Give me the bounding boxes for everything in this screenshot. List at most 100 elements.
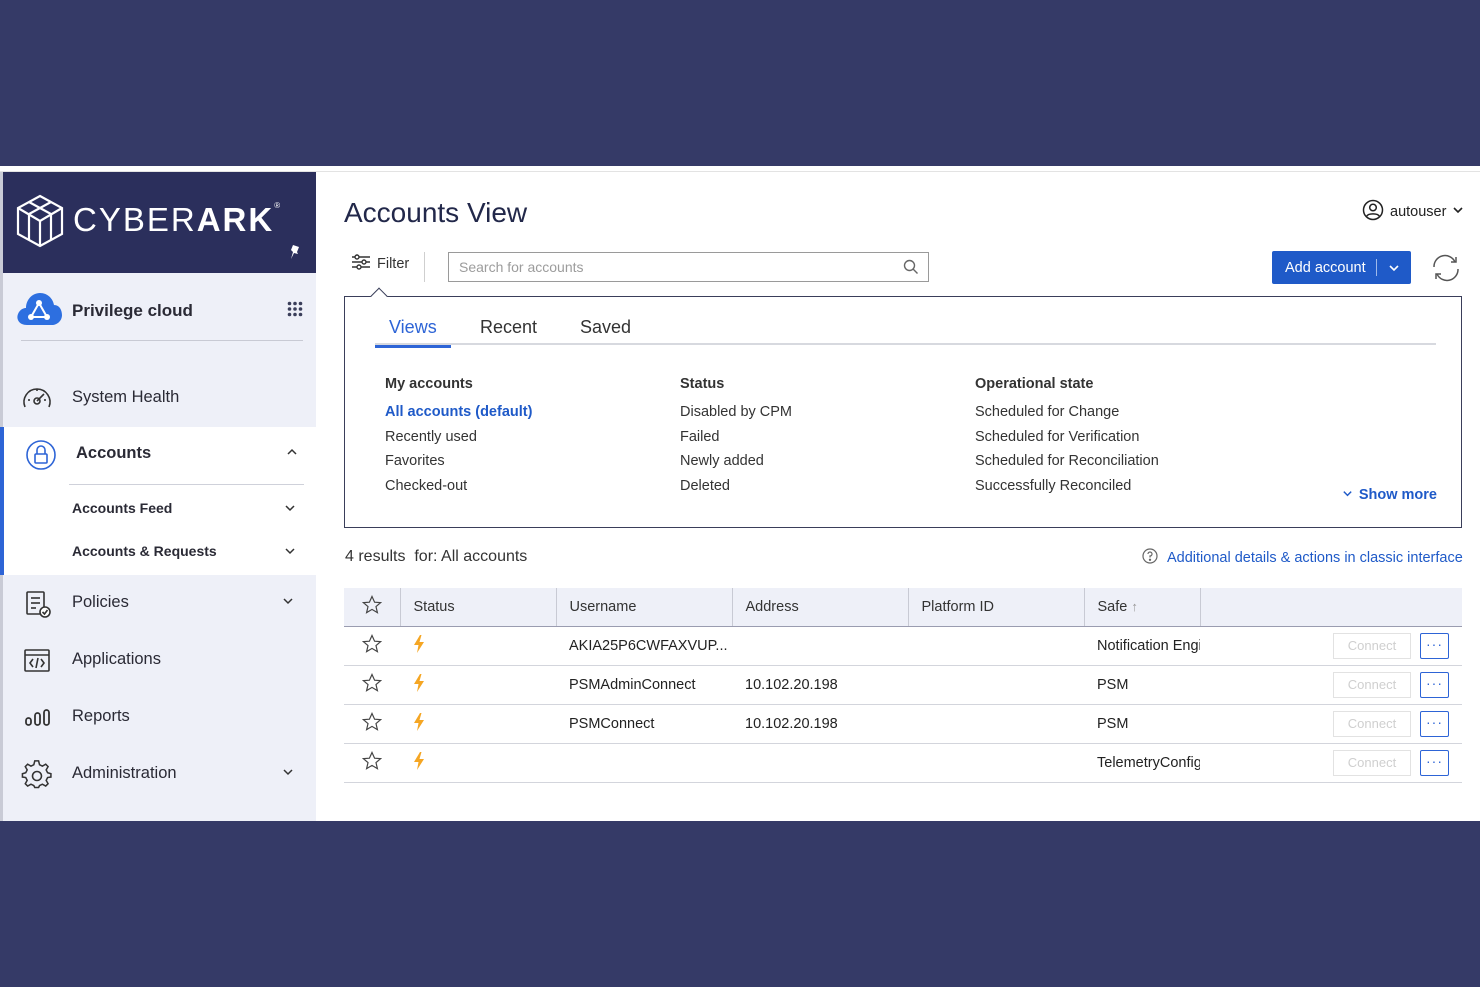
column-header-address[interactable]: Address xyxy=(732,588,908,626)
address-cell xyxy=(732,743,908,782)
more-actions-button[interactable]: ··· xyxy=(1420,711,1449,737)
more-actions-button[interactable]: ··· xyxy=(1420,750,1449,776)
view-option-all-accounts[interactable]: All accounts (default) xyxy=(385,404,532,429)
sidebar-item-applications[interactable]: Applications xyxy=(3,633,316,687)
sidebar-item-label: System Health xyxy=(72,388,179,407)
safe-cell: PSM xyxy=(1084,704,1200,743)
refresh-icon[interactable] xyxy=(1429,254,1463,287)
column-header-platform-id[interactable]: Platform ID xyxy=(908,588,1084,626)
view-option-recently-used[interactable]: Recently used xyxy=(385,429,532,454)
sidebar-item-policies[interactable]: Policies xyxy=(3,576,316,630)
table-row[interactable]: PSMConnect 10.102.20.198 PSM Connect··· xyxy=(344,704,1462,743)
tab-views[interactable]: Views xyxy=(375,317,451,348)
lightning-bolt-icon xyxy=(413,758,425,774)
apps-grid-icon[interactable] xyxy=(287,301,303,322)
platform-cell xyxy=(908,743,1084,782)
favorite-column-header[interactable] xyxy=(344,588,400,626)
brand-wordmark: CYBERARK® xyxy=(73,201,282,239)
product-name: Privilege cloud xyxy=(72,301,193,321)
status-cell xyxy=(400,626,556,665)
sidebar-subitem-accounts-requests[interactable]: Accounts & Requests xyxy=(69,530,304,572)
column-header-actions xyxy=(1200,588,1462,626)
username-cell: PSMAdminConnect xyxy=(556,665,732,704)
connect-button[interactable]: Connect xyxy=(1333,750,1411,776)
favorite-toggle[interactable] xyxy=(344,743,400,782)
product-switcher[interactable]: Privilege cloud xyxy=(3,273,316,363)
favorite-toggle[interactable] xyxy=(344,665,400,704)
view-option-checked-out[interactable]: Checked-out xyxy=(385,478,532,503)
user-menu[interactable]: autouser xyxy=(1362,199,1464,225)
username-cell xyxy=(556,743,732,782)
address-cell: 10.102.20.198 xyxy=(732,665,908,704)
chevron-up-icon[interactable] xyxy=(286,445,298,463)
sidebar-subitem-label: Accounts & Requests xyxy=(72,543,217,559)
view-option-scheduled-reconciliation[interactable]: Scheduled for Reconciliation xyxy=(975,453,1159,478)
search-input[interactable] xyxy=(449,253,889,281)
sidebar-item-reports[interactable]: Reports xyxy=(3,690,316,744)
tab-recent[interactable]: Recent xyxy=(480,317,537,345)
app-window: CYBERARK® Privilege cloud xyxy=(0,166,1480,821)
view-option-deleted[interactable]: Deleted xyxy=(680,478,792,503)
bar-chart-icon xyxy=(21,702,53,734)
view-option-newly-added[interactable]: Newly added xyxy=(680,453,792,478)
chevron-down-icon[interactable] xyxy=(282,594,294,612)
tab-saved[interactable]: Saved xyxy=(580,317,631,345)
more-actions-button[interactable]: ··· xyxy=(1420,633,1449,659)
connect-button[interactable]: Connect xyxy=(1333,633,1411,659)
view-option-scheduled-change[interactable]: Scheduled for Change xyxy=(975,404,1159,429)
table-row[interactable]: PSMAdminConnect 10.102.20.198 PSM Connec… xyxy=(344,665,1462,704)
view-option-favorites[interactable]: Favorites xyxy=(385,453,532,478)
connect-button[interactable]: Connect xyxy=(1333,672,1411,698)
sidebar-item-label: Policies xyxy=(72,593,129,612)
classic-link-label: Additional details & actions in classic … xyxy=(1167,550,1463,566)
lightning-bolt-icon xyxy=(413,719,425,735)
accounts-table: Status Username Address Platform ID Safe… xyxy=(344,588,1462,783)
column-header-status[interactable]: Status xyxy=(400,588,556,626)
actions-cell: Connect ··· xyxy=(1200,743,1462,782)
star-icon xyxy=(362,720,382,736)
pin-icon[interactable] xyxy=(289,244,301,263)
favorite-toggle[interactable] xyxy=(344,704,400,743)
sidebar-item-system-health[interactable]: System Health xyxy=(3,371,316,425)
search-icon[interactable] xyxy=(903,259,919,280)
star-icon xyxy=(362,681,382,697)
table-row[interactable]: AKIA25P6CWFAXVUP... Notification Engi Co… xyxy=(344,626,1462,665)
column-header-username[interactable]: Username xyxy=(556,588,732,626)
username-cell: PSMConnect xyxy=(556,704,732,743)
view-option-successfully-reconciled[interactable]: Successfully Reconciled xyxy=(975,478,1159,503)
sidebar-item-label: Administration xyxy=(72,764,177,783)
sidebar-subitem-accounts-feed[interactable]: Accounts Feed xyxy=(69,487,304,529)
gauge-icon xyxy=(21,383,53,415)
chevron-down-icon[interactable] xyxy=(284,501,296,519)
chevron-down-icon[interactable] xyxy=(282,765,294,783)
view-option-scheduled-verification[interactable]: Scheduled for Verification xyxy=(975,429,1159,454)
sidebar-item-label: Reports xyxy=(72,707,130,726)
chevron-down-icon[interactable] xyxy=(1377,262,1411,274)
main-content: Accounts View autouser Filter xyxy=(316,172,1480,821)
table-row[interactable]: TelemetryConfig Connect··· xyxy=(344,743,1462,782)
show-more-link[interactable]: Show more xyxy=(1342,487,1437,503)
add-account-button[interactable]: Add account xyxy=(1272,251,1411,284)
actions-cell: Connect ··· xyxy=(1200,704,1462,743)
sidebar-item-administration[interactable]: Administration xyxy=(3,747,316,801)
platform-cell xyxy=(908,665,1084,704)
connect-button[interactable]: Connect xyxy=(1333,711,1411,737)
sub-divider xyxy=(69,484,304,485)
toolbar-divider xyxy=(424,252,425,282)
sidebar-item-label: Accounts xyxy=(76,444,151,463)
view-option-failed[interactable]: Failed xyxy=(680,429,792,454)
chevron-down-icon[interactable] xyxy=(284,544,296,562)
views-tabs: Views Recent Saved xyxy=(375,315,1436,345)
safe-header-label: Safe xyxy=(1098,599,1128,615)
view-option-disabled-by-cpm[interactable]: Disabled by CPM xyxy=(680,404,792,429)
status-cell xyxy=(400,665,556,704)
panel-notch xyxy=(371,288,388,305)
column-status: Status Disabled by CPM Failed Newly adde… xyxy=(680,376,792,502)
favorite-toggle[interactable] xyxy=(344,626,400,665)
column-header-safe[interactable]: Safe ↑ xyxy=(1084,588,1200,626)
filter-button[interactable]: Filter xyxy=(351,254,409,274)
safe-cell: PSM xyxy=(1084,665,1200,704)
classic-interface-link[interactable]: Additional details & actions in classic … xyxy=(1142,548,1463,568)
star-icon xyxy=(362,759,382,775)
more-actions-button[interactable]: ··· xyxy=(1420,672,1449,698)
